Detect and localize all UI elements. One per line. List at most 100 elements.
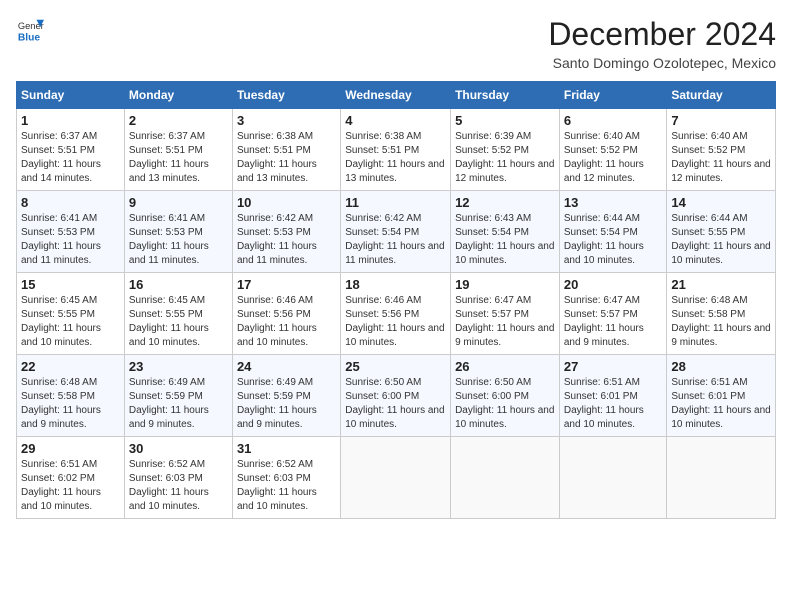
cell-content: Sunrise: 6:48 AM Sunset: 5:58 PM Dayligh… xyxy=(671,294,771,350)
day-number: 8 xyxy=(21,195,120,210)
calendar-cell: 16 Sunrise: 6:45 AM Sunset: 5:55 PM Dayli… xyxy=(124,273,232,355)
weekday-header: Tuesday xyxy=(232,82,340,109)
calendar-cell: 4 Sunrise: 6:38 AM Sunset: 5:51 PM Daylig… xyxy=(341,109,451,191)
calendar-cell: 8 Sunrise: 6:41 AM Sunset: 5:53 PM Daylig… xyxy=(17,191,125,273)
calendar-cell: 15Sunrise: 6:45 AM Sunset: 5:55 PM Dayli… xyxy=(17,273,125,355)
cell-content: Sunrise: 6:45 AM Sunset: 5:55 PM Dayligh… xyxy=(129,294,228,350)
day-number: 30 xyxy=(129,441,228,456)
day-number: 7 xyxy=(671,113,771,128)
calendar-cell: 30 Sunrise: 6:52 AM Sunset: 6:03 PM Dayli… xyxy=(124,437,232,519)
day-number: 9 xyxy=(129,195,228,210)
weekday-header-row: SundayMondayTuesdayWednesdayThursdayFrid… xyxy=(17,82,776,109)
calendar-cell: 18 Sunrise: 6:46 AM Sunset: 5:56 PM Dayli… xyxy=(341,273,451,355)
cell-content: Sunrise: 6:38 AM Sunset: 5:51 PM Dayligh… xyxy=(345,130,446,186)
cell-content: Sunrise: 6:51 AM Sunset: 6:02 PM Dayligh… xyxy=(21,458,120,514)
calendar-cell: 3 Sunrise: 6:38 AM Sunset: 5:51 PM Daylig… xyxy=(232,109,340,191)
calendar-cell: 29 Sunrise: 6:51 AM Sunset: 6:02 PM Dayli… xyxy=(17,437,125,519)
calendar-cell: 22 Sunrise: 6:48 AM Sunset: 5:58 PM Dayli… xyxy=(17,355,125,437)
logo: General Blue xyxy=(16,16,44,44)
cell-content: Sunrise: 6:37 AM Sunset: 5:51 PM Dayligh… xyxy=(21,130,120,186)
cell-content: Sunrise: 6:40 AM Sunset: 5:52 PM Dayligh… xyxy=(671,130,771,186)
calendar-cell: 23Sunrise: 6:49 AM Sunset: 5:59 PM Dayli… xyxy=(124,355,232,437)
day-number: 13 xyxy=(564,195,663,210)
calendar-week-row: 29 Sunrise: 6:51 AM Sunset: 6:02 PM Dayli… xyxy=(17,437,776,519)
calendar-cell: 12 Sunrise: 6:43 AM Sunset: 5:54 PM Dayli… xyxy=(451,191,560,273)
weekday-header: Thursday xyxy=(451,82,560,109)
weekday-header: Monday xyxy=(124,82,232,109)
calendar-cell: 2 Sunrise: 6:37 AM Sunset: 5:51 PM Daylig… xyxy=(124,109,232,191)
day-number: 19 xyxy=(455,277,555,292)
calendar-cell xyxy=(451,437,560,519)
calendar-week-row: 15Sunrise: 6:45 AM Sunset: 5:55 PM Dayli… xyxy=(17,273,776,355)
day-number: 18 xyxy=(345,277,446,292)
calendar-week-row: 1Sunrise: 6:37 AM Sunset: 5:51 PM Daylig… xyxy=(17,109,776,191)
day-number: 26 xyxy=(455,359,555,374)
cell-content: Sunrise: 6:52 AM Sunset: 6:03 PM Dayligh… xyxy=(237,458,336,514)
day-number: 29 xyxy=(21,441,120,456)
cell-content: Sunrise: 6:39 AM Sunset: 5:52 PM Dayligh… xyxy=(455,130,555,186)
cell-content: Sunrise: 6:42 AM Sunset: 5:54 PM Dayligh… xyxy=(345,212,446,268)
cell-content: Sunrise: 6:47 AM Sunset: 5:57 PM Dayligh… xyxy=(455,294,555,350)
page-header: General Blue December 2024 Santo Domingo… xyxy=(16,16,776,71)
cell-content: Sunrise: 6:46 AM Sunset: 5:56 PM Dayligh… xyxy=(345,294,446,350)
cell-content: Sunrise: 6:49 AM Sunset: 5:59 PM Dayligh… xyxy=(237,376,336,432)
cell-content: Sunrise: 6:50 AM Sunset: 6:00 PM Dayligh… xyxy=(345,376,446,432)
day-number: 25 xyxy=(345,359,446,374)
calendar-cell: 9 Sunrise: 6:41 AM Sunset: 5:53 PM Daylig… xyxy=(124,191,232,273)
cell-content: Sunrise: 6:38 AM Sunset: 5:51 PM Dayligh… xyxy=(237,130,336,186)
day-number: 5 xyxy=(455,113,555,128)
weekday-header: Saturday xyxy=(667,82,776,109)
day-number: 28 xyxy=(671,359,771,374)
calendar-body: 1Sunrise: 6:37 AM Sunset: 5:51 PM Daylig… xyxy=(17,109,776,519)
cell-content: Sunrise: 6:45 AM Sunset: 5:55 PM Dayligh… xyxy=(21,294,120,350)
title-section: December 2024 Santo Domingo Ozolotepec, … xyxy=(548,16,776,71)
calendar-cell: 21 Sunrise: 6:48 AM Sunset: 5:58 PM Dayli… xyxy=(667,273,776,355)
cell-content: Sunrise: 6:43 AM Sunset: 5:54 PM Dayligh… xyxy=(455,212,555,268)
svg-text:Blue: Blue xyxy=(18,32,41,43)
day-number: 3 xyxy=(237,113,336,128)
calendar-table: SundayMondayTuesdayWednesdayThursdayFrid… xyxy=(16,81,776,519)
calendar-cell: 27 Sunrise: 6:51 AM Sunset: 6:01 PM Dayli… xyxy=(559,355,667,437)
cell-content: Sunrise: 6:42 AM Sunset: 5:53 PM Dayligh… xyxy=(237,212,336,268)
day-number: 21 xyxy=(671,277,771,292)
day-number: 12 xyxy=(455,195,555,210)
calendar-cell: 28Sunrise: 6:51 AM Sunset: 6:01 PM Dayli… xyxy=(667,355,776,437)
cell-content: Sunrise: 6:37 AM Sunset: 5:51 PM Dayligh… xyxy=(129,130,228,186)
calendar-cell: 26 Sunrise: 6:50 AM Sunset: 6:00 PM Dayli… xyxy=(451,355,560,437)
location: Santo Domingo Ozolotepec, Mexico xyxy=(548,55,776,71)
cell-content: Sunrise: 6:50 AM Sunset: 6:00 PM Dayligh… xyxy=(455,376,555,432)
calendar-week-row: 22 Sunrise: 6:48 AM Sunset: 5:58 PM Dayli… xyxy=(17,355,776,437)
weekday-header: Sunday xyxy=(17,82,125,109)
calendar-cell: 7 Sunrise: 6:40 AM Sunset: 5:52 PM Daylig… xyxy=(667,109,776,191)
day-number: 4 xyxy=(345,113,446,128)
calendar-cell: 11Sunrise: 6:42 AM Sunset: 5:54 PM Dayli… xyxy=(341,191,451,273)
calendar-cell xyxy=(667,437,776,519)
calendar-week-row: 8 Sunrise: 6:41 AM Sunset: 5:53 PM Daylig… xyxy=(17,191,776,273)
cell-content: Sunrise: 6:47 AM Sunset: 5:57 PM Dayligh… xyxy=(564,294,663,350)
calendar-cell: 17 Sunrise: 6:46 AM Sunset: 5:56 PM Dayli… xyxy=(232,273,340,355)
cell-content: Sunrise: 6:41 AM Sunset: 5:53 PM Dayligh… xyxy=(21,212,120,268)
day-number: 17 xyxy=(237,277,336,292)
calendar-cell: 19 Sunrise: 6:47 AM Sunset: 5:57 PM Dayli… xyxy=(451,273,560,355)
day-number: 2 xyxy=(129,113,228,128)
cell-content: Sunrise: 6:51 AM Sunset: 6:01 PM Dayligh… xyxy=(564,376,663,432)
cell-content: Sunrise: 6:41 AM Sunset: 5:53 PM Dayligh… xyxy=(129,212,228,268)
day-number: 6 xyxy=(564,113,663,128)
calendar-cell xyxy=(559,437,667,519)
calendar-cell: 10Sunrise: 6:42 AM Sunset: 5:53 PM Dayli… xyxy=(232,191,340,273)
cell-content: Sunrise: 6:46 AM Sunset: 5:56 PM Dayligh… xyxy=(237,294,336,350)
day-number: 14 xyxy=(671,195,771,210)
day-number: 24 xyxy=(237,359,336,374)
day-number: 23 xyxy=(129,359,228,374)
day-number: 16 xyxy=(129,277,228,292)
cell-content: Sunrise: 6:40 AM Sunset: 5:52 PM Dayligh… xyxy=(564,130,663,186)
calendar-cell: 20Sunrise: 6:47 AM Sunset: 5:57 PM Dayli… xyxy=(559,273,667,355)
day-number: 27 xyxy=(564,359,663,374)
cell-content: Sunrise: 6:48 AM Sunset: 5:58 PM Dayligh… xyxy=(21,376,120,432)
weekday-header: Friday xyxy=(559,82,667,109)
day-number: 22 xyxy=(21,359,120,374)
calendar-cell: 13Sunrise: 6:44 AM Sunset: 5:54 PM Dayli… xyxy=(559,191,667,273)
cell-content: Sunrise: 6:52 AM Sunset: 6:03 PM Dayligh… xyxy=(129,458,228,514)
calendar-cell xyxy=(341,437,451,519)
calendar-cell: 14Sunrise: 6:44 AM Sunset: 5:55 PM Dayli… xyxy=(667,191,776,273)
